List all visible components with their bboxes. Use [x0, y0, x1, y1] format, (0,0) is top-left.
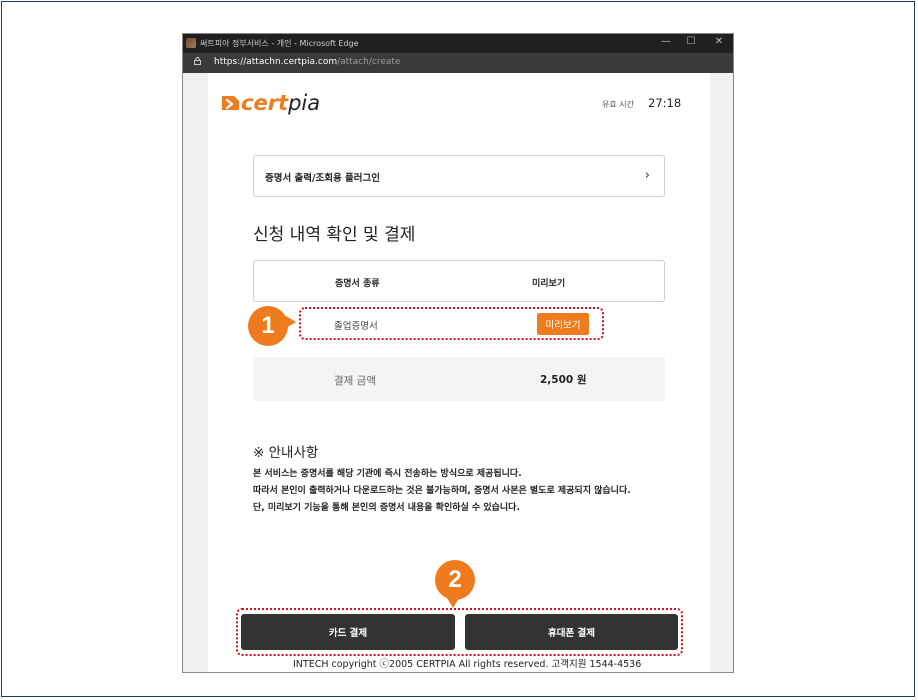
- timer-value: 27:18: [648, 96, 682, 110]
- notice-title: ※ 안내사항: [253, 445, 319, 461]
- minimize-button[interactable]: —: [659, 36, 673, 47]
- amount-label: 결제 금액: [334, 375, 376, 387]
- window-titlebar: 써트피아 정부서비스 - 개인 - Microsoft Edge — ☐ ✕: [183, 34, 733, 53]
- window-title: 써트피아 정부서비스 - 개인 - Microsoft Edge: [200, 39, 359, 48]
- amount-row: 결제 금액 2,500 원: [253, 357, 665, 401]
- footer-copyright: INTECH copyright ⓒ2005 CERTPIA All right…: [293, 659, 642, 670]
- plugin-label: 증명서 출력/조회용 플러그인: [265, 173, 380, 184]
- lock-icon: [194, 57, 201, 65]
- step-badge-1: 1: [248, 306, 296, 346]
- logo-pia: pia: [288, 91, 321, 115]
- col-preview-header: 미리보기: [532, 279, 566, 289]
- step-badge-2: 2: [435, 560, 475, 608]
- notice-line-1: 본 서비스는 증명서를 해당 기관에 즉시 전송하는 방식으로 제공됩니다.: [253, 469, 522, 479]
- page-content: certpia 유효 시간 27:18 증명서 출력/조회용 플러그인 › 신청…: [208, 73, 710, 672]
- address-bar[interactable]: https://attachn.certpia.com/attach/creat…: [183, 53, 733, 73]
- amount-value: 2,500 원: [540, 374, 587, 386]
- maximize-button[interactable]: ☐: [684, 36, 698, 47]
- favicon-icon: [186, 38, 196, 48]
- timer-label: 유효 시간: [602, 100, 634, 109]
- logo-cert: cert: [241, 91, 289, 115]
- chevron-right-icon: ›: [644, 168, 650, 183]
- plugin-link[interactable]: 증명서 출력/조회용 플러그인 ›: [253, 155, 665, 197]
- highlight-box-2: [236, 608, 683, 656]
- notice-line-3: 단, 미리보기 기능을 통해 본인의 증명서 내용을 확인하실 수 있습니다.: [253, 503, 520, 513]
- section-title: 신청 내역 확인 및 결제: [253, 225, 416, 245]
- close-button[interactable]: ✕: [712, 36, 726, 47]
- notice-line-2: 따라서 본인이 출력하거나 다운로드하는 것은 불가능하며, 증명서 사본은 별…: [253, 486, 631, 496]
- highlight-box-1: [299, 307, 604, 340]
- browser-window: 써트피아 정부서비스 - 개인 - Microsoft Edge — ☐ ✕ h…: [182, 33, 734, 673]
- url-text[interactable]: https://attachn.certpia.com/attach/creat…: [214, 57, 400, 67]
- table-header: 증명서 종류 미리보기: [253, 260, 665, 302]
- logo-mark-icon: [222, 96, 239, 110]
- col-type-header: 증명서 종류: [335, 279, 380, 289]
